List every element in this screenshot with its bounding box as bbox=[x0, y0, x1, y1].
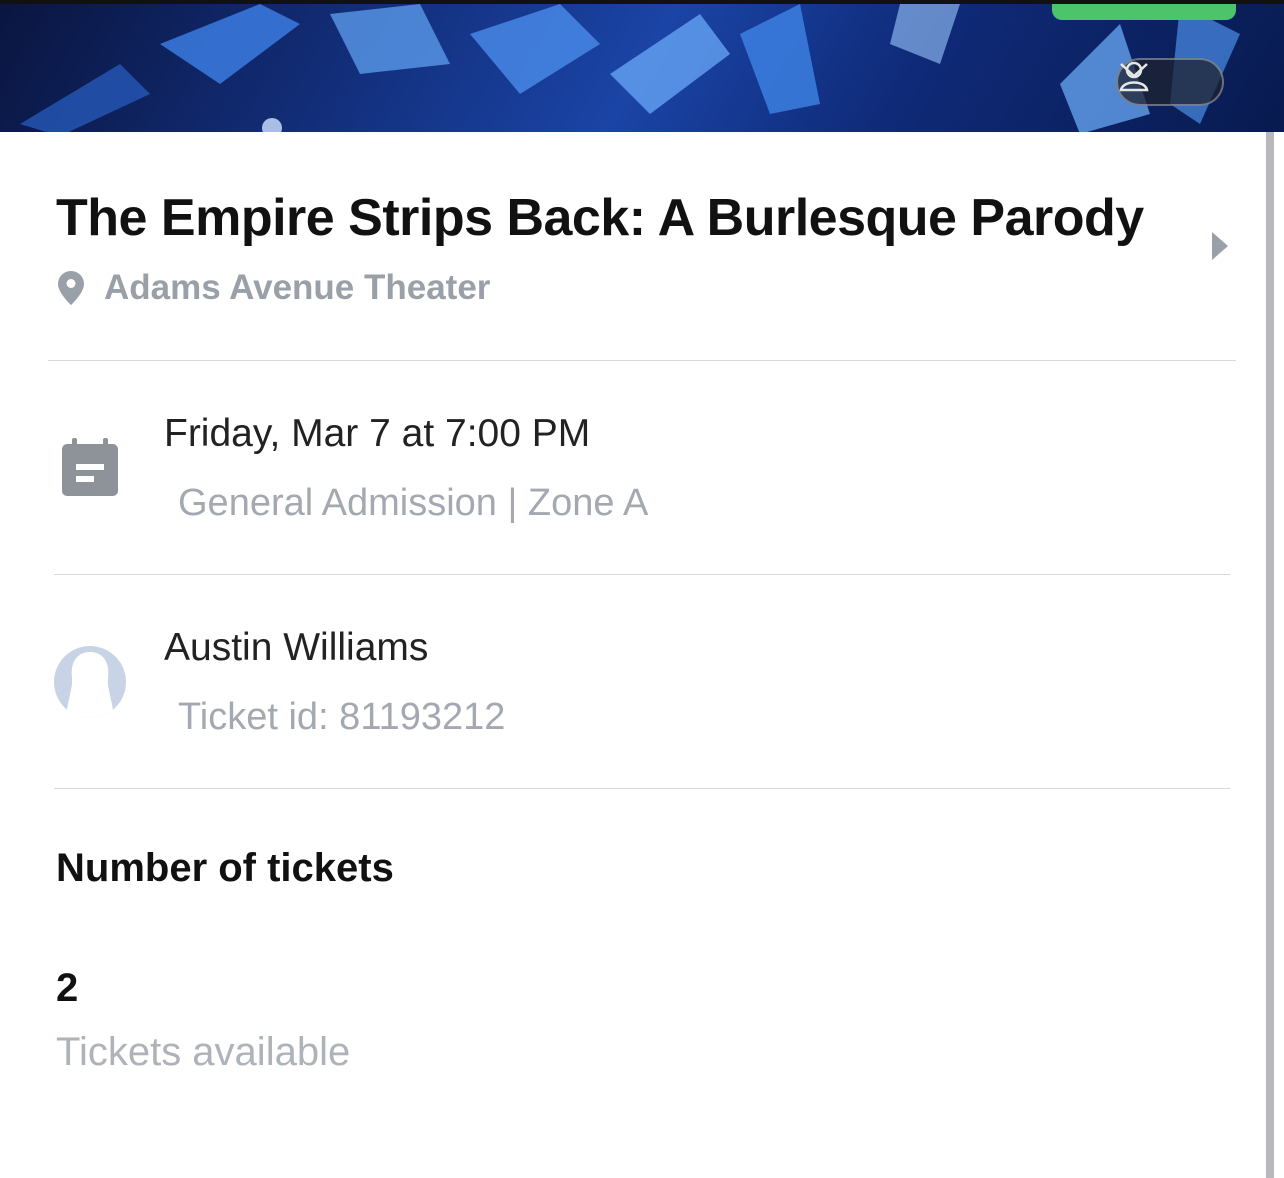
banner-artwork bbox=[20, 4, 1240, 132]
event-datetime: Friday, Mar 7 at 7:00 PM bbox=[164, 412, 591, 455]
scrollbar[interactable] bbox=[1266, 132, 1274, 1178]
chevron-right-icon[interactable] bbox=[1212, 232, 1228, 260]
tickets-section-title: Number of tickets bbox=[56, 846, 394, 890]
avatar bbox=[54, 646, 126, 718]
holder-name: Austin Williams bbox=[164, 626, 429, 669]
tickets-available-label: Tickets available bbox=[56, 1030, 351, 1074]
event-title: The Empire Strips Back: A Burlesque Paro… bbox=[56, 189, 1144, 247]
ticket-id: Ticket id: 81193212 bbox=[178, 696, 506, 738]
admission-zone: General Admission | Zone A bbox=[178, 482, 649, 524]
venue-link[interactable]: Adams Avenue Theater bbox=[58, 268, 490, 308]
event-banner-image bbox=[0, 0, 1284, 132]
divider bbox=[54, 788, 1230, 789]
divider bbox=[54, 574, 1230, 575]
ticket-count: 2 bbox=[56, 966, 79, 1010]
location-pin-icon bbox=[58, 271, 84, 305]
chevron-down-icon bbox=[1120, 63, 1148, 78]
account-menu-button[interactable] bbox=[1116, 58, 1224, 106]
venue-name: Adams Avenue Theater bbox=[104, 268, 491, 307]
divider bbox=[48, 360, 1236, 361]
green-action-tab[interactable] bbox=[1052, 4, 1236, 20]
calendar-icon bbox=[62, 438, 118, 496]
